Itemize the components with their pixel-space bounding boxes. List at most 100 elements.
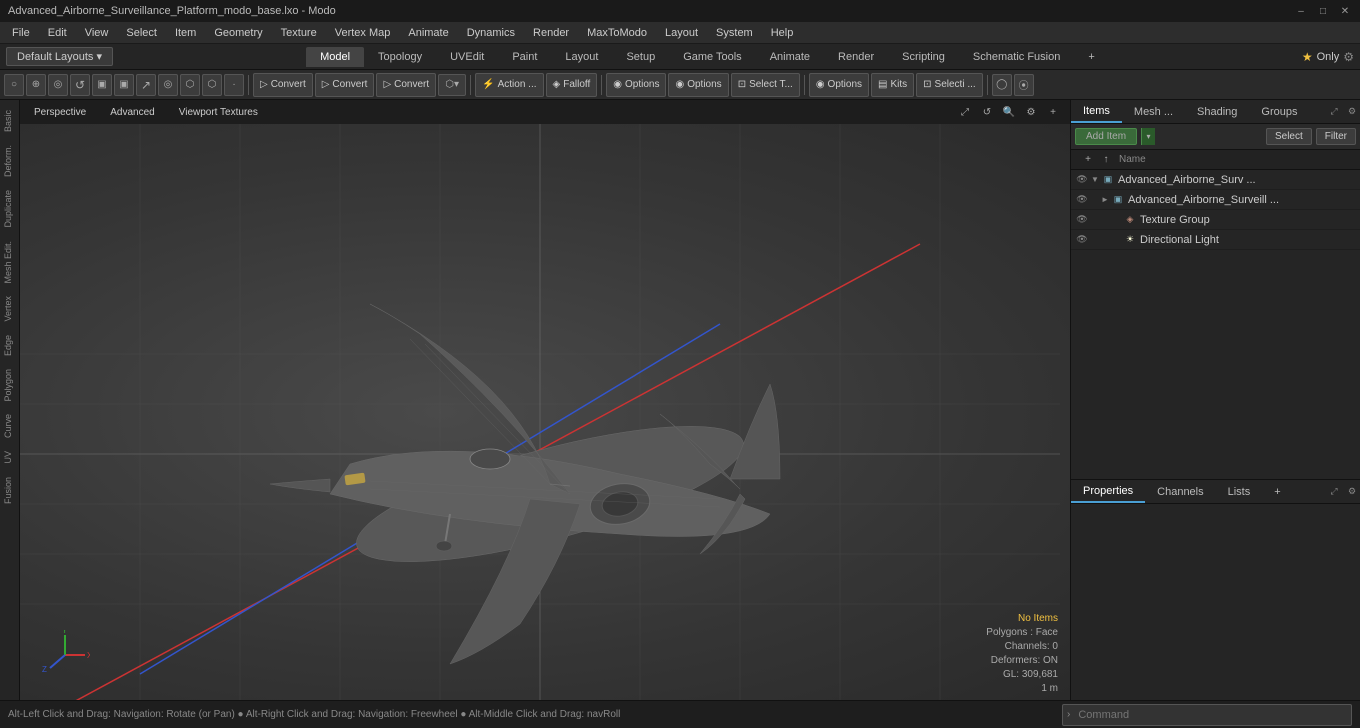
sidebar-tab-mesh-edit[interactable]: Mesh Edit. <box>1 235 19 290</box>
menu-layout[interactable]: Layout <box>657 25 706 41</box>
tb-icon-circle2[interactable]: ◎ <box>158 74 178 96</box>
vp-icon-refresh[interactable]: ↺ <box>978 103 996 121</box>
tb-icon-boxes2[interactable]: ▣ <box>114 74 134 96</box>
minimize-button[interactable]: – <box>1294 4 1308 18</box>
viewport[interactable]: Perspective Advanced Viewport Textures ⤢… <box>20 100 1070 700</box>
tab-shading[interactable]: Shading <box>1185 102 1249 122</box>
tab-add[interactable]: + <box>1074 47 1108 67</box>
sidebar-tab-edge[interactable]: Edge <box>1 329 19 362</box>
sidebar-tab-deform[interactable]: Deform. <box>1 139 19 183</box>
tab-animate[interactable]: Animate <box>756 47 824 67</box>
selecti-btn[interactable]: ⊡ Selecti ... <box>916 73 983 97</box>
add-item-dropdown[interactable]: ▾ <box>1141 128 1155 145</box>
tb-icon-arrow[interactable]: ↗ <box>136 74 156 96</box>
perspective-btn[interactable]: Perspective <box>28 105 92 120</box>
menu-vertex-map[interactable]: Vertex Map <box>327 25 399 41</box>
menu-view[interactable]: View <box>77 25 117 41</box>
tab-game-tools[interactable]: Game Tools <box>669 47 756 67</box>
tb-icon-dot[interactable]: · <box>224 74 244 96</box>
menu-texture[interactable]: Texture <box>273 25 325 41</box>
kits-btn[interactable]: ▤ Kits <box>871 73 914 97</box>
menu-edit[interactable]: Edit <box>40 25 75 41</box>
tab-uvedit[interactable]: UVEdit <box>436 47 498 67</box>
command-input[interactable] <box>1074 709 1351 721</box>
tab-items[interactable]: Items <box>1071 101 1122 123</box>
menu-system[interactable]: System <box>708 25 761 41</box>
options-btn-1[interactable]: ◉ Options <box>606 73 666 97</box>
eye-icon-0[interactable]: 👁 <box>1075 173 1089 187</box>
only-label[interactable]: Only <box>1317 51 1340 63</box>
tab-scripting[interactable]: Scripting <box>888 47 959 67</box>
prop-icon-settings[interactable]: ⚙ <box>1344 484 1360 500</box>
item-row-1[interactable]: 👁 ► ▣ Advanced_Airborne_Surveill ... <box>1071 190 1360 210</box>
falloff-btn[interactable]: ◈ Falloff <box>546 73 598 97</box>
vp-icon-search[interactable]: 🔍 <box>1000 103 1018 121</box>
tab-paint[interactable]: Paint <box>498 47 551 67</box>
sidebar-tab-basic[interactable]: Basic <box>1 104 19 138</box>
sidebar-tab-fusion[interactable]: Fusion <box>1 471 19 510</box>
sidebar-tab-vertex[interactable]: Vertex <box>1 290 19 328</box>
eye-icon-3[interactable]: 👁 <box>1075 233 1089 247</box>
convert-btn-1[interactable]: ▷ Convert <box>253 73 313 97</box>
menu-geometry[interactable]: Geometry <box>206 25 270 41</box>
tab-schematic-fusion[interactable]: Schematic Fusion <box>959 47 1074 67</box>
tb-icon-boxes1[interactable]: ▣ <box>92 74 112 96</box>
sidebar-tab-polygon[interactable]: Polygon <box>1 363 19 408</box>
tab-topology[interactable]: Topology <box>364 47 436 67</box>
tab-setup[interactable]: Setup <box>612 47 669 67</box>
tab-layout[interactable]: Layout <box>551 47 612 67</box>
arrow-icon-0[interactable]: ▼ <box>1091 175 1101 184</box>
action-btn[interactable]: ⚡ Action ... <box>475 73 543 97</box>
tab-mesh[interactable]: Mesh ... <box>1122 102 1185 122</box>
tb-icon-rotate[interactable]: ↺ <box>70 74 90 96</box>
eye-icon-2[interactable]: 👁 <box>1075 213 1089 227</box>
tb-icon-hex2[interactable]: ⬡ <box>202 74 222 96</box>
convert-btn-3[interactable]: ▷ Convert <box>376 73 436 97</box>
options-btn-3[interactable]: ◉ Options <box>809 73 869 97</box>
tab-render[interactable]: Render <box>824 47 888 67</box>
prop-tab-properties[interactable]: Properties <box>1071 481 1145 503</box>
prop-tab-add[interactable]: + <box>1262 482 1292 502</box>
filter-button[interactable]: Filter <box>1316 128 1356 145</box>
menu-animate[interactable]: Animate <box>400 25 456 41</box>
tab-groups[interactable]: Groups <box>1249 102 1309 122</box>
vp-icon-expand[interactable]: ⤢ <box>956 103 974 121</box>
command-input-area[interactable]: › <box>1062 704 1352 726</box>
maximize-button[interactable]: □ <box>1316 4 1330 18</box>
select-t-btn[interactable]: ⊡ Select T... <box>731 73 800 97</box>
tb-icon-move[interactable]: ⬡▾ <box>438 74 466 96</box>
col-icon-arrow[interactable]: ↑ <box>1097 151 1115 169</box>
advanced-btn[interactable]: Advanced <box>104 105 160 120</box>
tab-model[interactable]: Model <box>306 47 364 67</box>
vp-icon-plus[interactable]: + <box>1044 103 1062 121</box>
tb-icon-circle[interactable]: ○ <box>4 74 24 96</box>
tb-icon-circle4[interactable]: ⦿ <box>1014 74 1034 96</box>
tb-icon-hex1[interactable]: ⬡ <box>180 74 200 96</box>
menu-item[interactable]: Item <box>167 25 204 41</box>
items-list[interactable]: 👁 ▼ ▣ Advanced_Airborne_Surv ... 👁 ► ▣ A… <box>1071 170 1360 479</box>
vp-icon-settings[interactable]: ⚙ <box>1022 103 1040 121</box>
menu-select[interactable]: Select <box>118 25 165 41</box>
prop-tab-lists[interactable]: Lists <box>1216 482 1263 502</box>
select-button[interactable]: Select <box>1266 128 1312 145</box>
menu-render[interactable]: Render <box>525 25 577 41</box>
options-btn-2[interactable]: ◉ Options <box>668 73 728 97</box>
menu-maxtomodo[interactable]: MaxToModo <box>579 25 655 41</box>
sidebar-tab-curve[interactable]: Curve <box>1 408 19 444</box>
prop-tab-channels[interactable]: Channels <box>1145 482 1215 502</box>
tb-icon-circle3[interactable]: ◯ <box>992 74 1012 96</box>
panel-icon-settings[interactable]: ⚙ <box>1344 104 1360 120</box>
tb-icon-crosshair[interactable]: ⊕ <box>26 74 46 96</box>
sidebar-tab-duplicate[interactable]: Duplicate <box>1 184 19 234</box>
item-row-2[interactable]: 👁 ◈ Texture Group <box>1071 210 1360 230</box>
menu-help[interactable]: Help <box>763 25 802 41</box>
convert-btn-2[interactable]: ▷ Convert <box>315 73 375 97</box>
add-item-button[interactable]: Add Item <box>1075 128 1137 145</box>
settings-icon[interactable]: ⚙ <box>1343 50 1354 64</box>
arrow-icon-1[interactable]: ► <box>1101 195 1111 204</box>
col-icon-plus[interactable]: + <box>1079 151 1097 169</box>
item-row-0[interactable]: 👁 ▼ ▣ Advanced_Airborne_Surv ... <box>1071 170 1360 190</box>
layout-dropdown[interactable]: Default Layouts ▾ <box>6 47 113 66</box>
viewport-textures-btn[interactable]: Viewport Textures <box>173 105 264 120</box>
prop-icon-expand[interactable]: ⤢ <box>1326 484 1342 500</box>
